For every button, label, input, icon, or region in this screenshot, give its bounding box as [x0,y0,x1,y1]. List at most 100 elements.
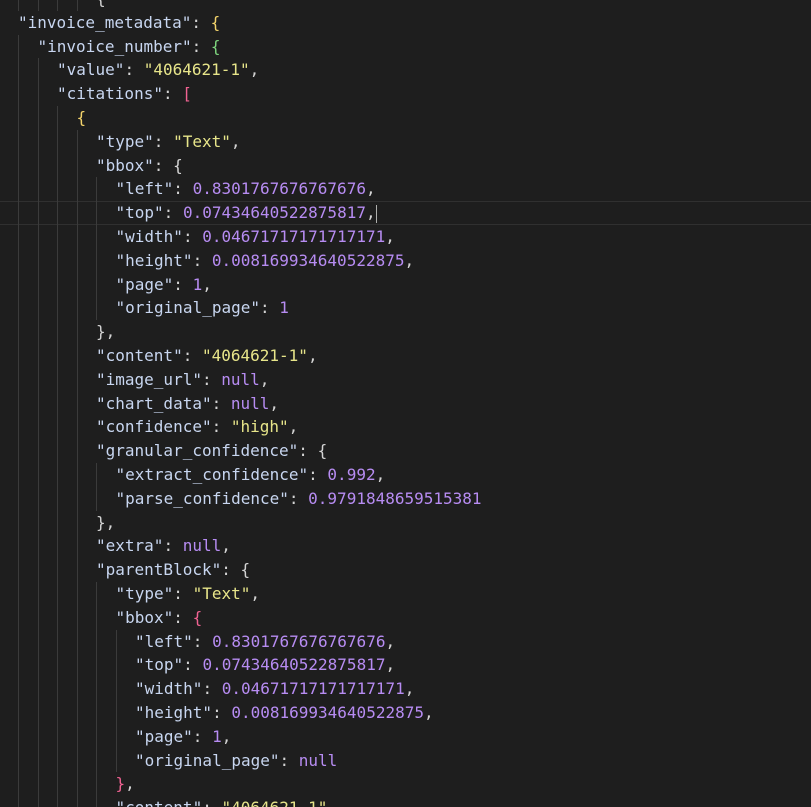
code-line[interactable]: "page": 1, [0,272,811,297]
code-line[interactable]: }, [0,510,811,535]
code-text: "content": "4064621-1", [96,344,318,368]
json-key: "original_page" [115,298,261,318]
punctuation: { [240,560,251,580]
punctuation: : [153,131,174,151]
indent-guide [57,439,58,463]
code-line[interactable]: "left": 0.8301767676767676, [0,177,811,202]
indent-guide [57,796,58,807]
code-line[interactable]: "height": 0.008169934640522875, [0,248,811,273]
code-lines[interactable]: { "invoice_metadata": {"invoice_number": … [0,0,811,807]
code-line[interactable]: { [0,0,811,11]
indent-guide [96,201,97,225]
indent-guide [37,320,39,344]
punctuation: , [385,226,395,246]
code-line[interactable]: "chart_data": null, [0,391,811,416]
code-line[interactable]: "content": "4064621-1", [0,343,811,368]
code-line[interactable]: }, [0,772,811,797]
code-line[interactable]: "invoice_number": { [0,34,811,59]
code-line[interactable]: "citations": [ [0,82,811,106]
indent-guide [57,462,58,487]
code-line[interactable]: "image_url": null, [0,367,811,392]
json-key: "top" [135,655,184,675]
punctuation: , [221,536,231,556]
code-line[interactable]: "original_page": null [0,748,811,773]
indent-guide [115,653,117,678]
indent-guide [57,653,58,678]
indent-guide [18,486,19,511]
indent-guide [37,748,39,773]
punctuation: , [385,631,396,651]
code-line[interactable]: "type": "Text", [0,129,811,154]
code-text: "content": "4064621-1", [116,796,338,807]
code-line[interactable]: }, [0,320,811,344]
json-key: "extract_confidence" [115,464,309,484]
indent-guide [96,700,97,725]
indent-guide [37,486,39,511]
indent-guide [96,677,97,701]
indent-guide [18,415,19,440]
indent-guide [96,605,97,630]
bracket: } [115,774,126,794]
code-line[interactable]: "top": 0.07434640522875817, [0,201,811,225]
indent-guide [18,296,19,321]
indent-guide [76,153,78,178]
punctuation: } [96,322,106,342]
code-text: }, [116,772,135,796]
code-line[interactable]: "extra": null, [0,534,811,559]
code-line[interactable]: "width": 0.04671717171717171, [0,224,811,249]
code-line[interactable]: "width": 0.04671717171717171, [0,677,811,701]
indent-guide [76,320,78,344]
indent-guide [115,629,117,654]
indent-guide [57,153,58,178]
punctuation: : [182,345,202,365]
code-line[interactable]: "bbox": { [0,605,811,630]
indent-guide [96,462,97,487]
code-line[interactable]: { [0,105,811,130]
indent-guide [76,748,78,773]
json-number-value: 0.07434640522875817 [202,655,386,675]
code-text: "top": 0.07434640522875817, [116,201,377,225]
code-line[interactable]: "value": "4064621-1", [0,58,811,83]
code-line[interactable]: "parentBlock": { [0,558,811,582]
indent-guide [18,343,19,368]
code-editor[interactable]: { "invoice_metadata": {"invoice_number": … [0,0,811,807]
indent-guide [37,439,39,463]
indent-guide [18,534,19,559]
indent-guide [96,248,97,273]
json-string-value: "high" [230,417,289,437]
code-line[interactable]: "content": "4064621-1", [0,796,811,807]
indent-guide [37,272,39,297]
code-line[interactable]: "top": 0.07434640522875817, [0,653,811,678]
json-key: "bbox" [96,155,154,175]
indent-guide [37,558,39,582]
json-key: "parse_confidence" [115,488,289,508]
json-key: "bbox" [115,607,174,627]
indent-guide [37,153,39,178]
code-line[interactable]: "page": 1, [0,724,811,749]
indent-guide [37,224,39,249]
code-line[interactable]: "type": "Text", [0,581,811,606]
indent-guide [76,415,78,440]
indent-guide [57,248,58,273]
punctuation: { [96,0,106,8]
punctuation: , [404,679,415,699]
code-line[interactable]: "bbox": { [0,153,811,178]
indent-guide [57,581,58,606]
indent-guide [115,724,117,749]
code-line[interactable]: "height": 0.008169934640522875, [0,700,811,725]
indent-guide [115,700,117,725]
indent-guide [18,34,19,59]
code-line[interactable]: "granular_confidence": { [0,439,811,463]
punctuation: , [288,417,299,437]
code-line[interactable]: "confidence": "high", [0,415,811,440]
indent-guide [76,296,78,321]
code-line[interactable]: "original_page": 1 [0,296,811,321]
code-line[interactable]: "extract_confidence": 0.992, [0,462,811,487]
code-line[interactable]: "invoice_metadata": { [0,11,811,35]
indent-guide [37,796,39,807]
code-line[interactable]: "left": 0.8301767676767676, [0,629,811,654]
code-line[interactable]: "parse_confidence": 0.9791848659515381 [0,486,811,511]
indent-guide [18,129,19,154]
code-text: "image_url": null, [96,368,269,392]
indent-guide [37,462,39,487]
